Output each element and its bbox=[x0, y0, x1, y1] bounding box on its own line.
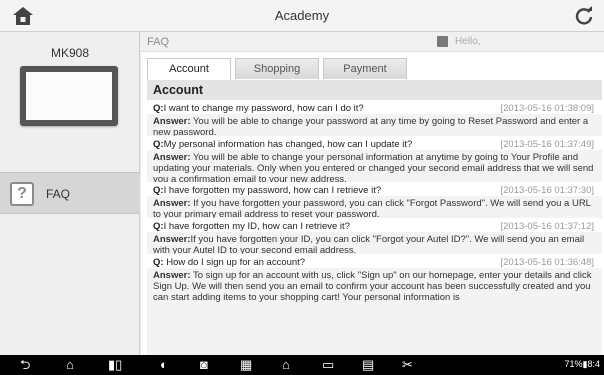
system-nav-bar: ⮌ ⌂ ▮▯ ◐ ◙ ▦ ⌂ ▭ ▤ ✂ 71%▮8:4 bbox=[0, 355, 604, 375]
user-icon bbox=[437, 36, 448, 47]
timestamp: [2013-05-16 01:36:48] bbox=[500, 257, 595, 268]
faq-entry[interactable]: Q:My personal information has changed, h… bbox=[147, 136, 602, 182]
title-bar: Academy bbox=[0, 0, 604, 32]
shop-icon[interactable]: ▦ bbox=[240, 358, 252, 372]
question: Q:My personal information has changed, h… bbox=[153, 139, 413, 150]
question: Q: How do I sign up for an account? bbox=[153, 257, 306, 268]
timestamp: [2013-05-16 01:37:30] bbox=[500, 185, 595, 196]
home-app-icon[interactable]: ⌂ bbox=[282, 358, 290, 372]
left-panel: MK908 ? FAQ bbox=[0, 32, 140, 355]
timestamp: [2013-05-16 01:37:12] bbox=[500, 221, 595, 232]
sidebar-item-faq[interactable]: ? FAQ bbox=[0, 172, 140, 214]
back-icon[interactable]: ⮌ bbox=[20, 358, 30, 372]
recent-apps-icon[interactable]: ▮▯ bbox=[108, 358, 122, 372]
camera-icon[interactable]: ◙ bbox=[200, 358, 208, 372]
status-bar: 71%▮8:4 bbox=[564, 359, 600, 369]
tools-icon[interactable]: ✂ bbox=[402, 358, 413, 372]
answer: Answer:If you have forgotten your ID, yo… bbox=[147, 232, 602, 254]
answer: Answer: If you have forgotten your passw… bbox=[147, 196, 602, 218]
question-icon: ? bbox=[10, 182, 34, 206]
tab-shopping[interactable]: Shopping bbox=[235, 58, 319, 79]
answer: Answer: To sign up for an account with u… bbox=[147, 268, 602, 355]
breadcrumb: FAQ bbox=[147, 36, 170, 48]
diagnostics-icon[interactable]: ◐ bbox=[160, 358, 168, 372]
device-image bbox=[20, 66, 118, 126]
tab-account[interactable]: Account bbox=[147, 58, 231, 80]
section-title: Account bbox=[147, 80, 602, 100]
answer: Answer: You will be able to change your … bbox=[147, 150, 602, 182]
faq-entry[interactable]: Q:I have forgotten my password, how can … bbox=[147, 182, 602, 218]
question: Q:I have forgotten my password, how can … bbox=[153, 185, 382, 196]
question: Q:I want to change my password, how can … bbox=[153, 103, 364, 114]
main-panel: FAQ Hello, Account Shopping Payment Acco… bbox=[141, 32, 604, 355]
hello-text: Hello, bbox=[455, 36, 481, 47]
tab-payment[interactable]: Payment bbox=[323, 58, 407, 79]
answer: Answer: You will be able to change your … bbox=[147, 114, 602, 136]
main-header: FAQ Hello, bbox=[141, 32, 604, 52]
question: Q:I have forgotten my ID, how can I retr… bbox=[153, 221, 350, 232]
timestamp: [2013-05-16 01:37:49] bbox=[500, 139, 595, 150]
sidebar-item-label: FAQ bbox=[46, 187, 71, 201]
home-nav-icon[interactable]: ⌂ bbox=[66, 358, 74, 372]
faq-entry[interactable]: Q: How do I sign up for an account? [201… bbox=[147, 254, 602, 355]
timestamp: [2013-05-16 01:38:09] bbox=[500, 103, 595, 114]
faq-entry[interactable]: Q:I have forgotten my ID, how can I retr… bbox=[147, 218, 602, 254]
page-title: Academy bbox=[274, 8, 330, 23]
car-icon[interactable]: ▤ bbox=[362, 358, 374, 372]
refresh-icon[interactable] bbox=[574, 6, 594, 26]
device-name: MK908 bbox=[50, 46, 90, 60]
faq-entry[interactable]: Q:I want to change my password, how can … bbox=[147, 100, 602, 136]
vci-icon[interactable]: ▭ bbox=[322, 358, 334, 372]
